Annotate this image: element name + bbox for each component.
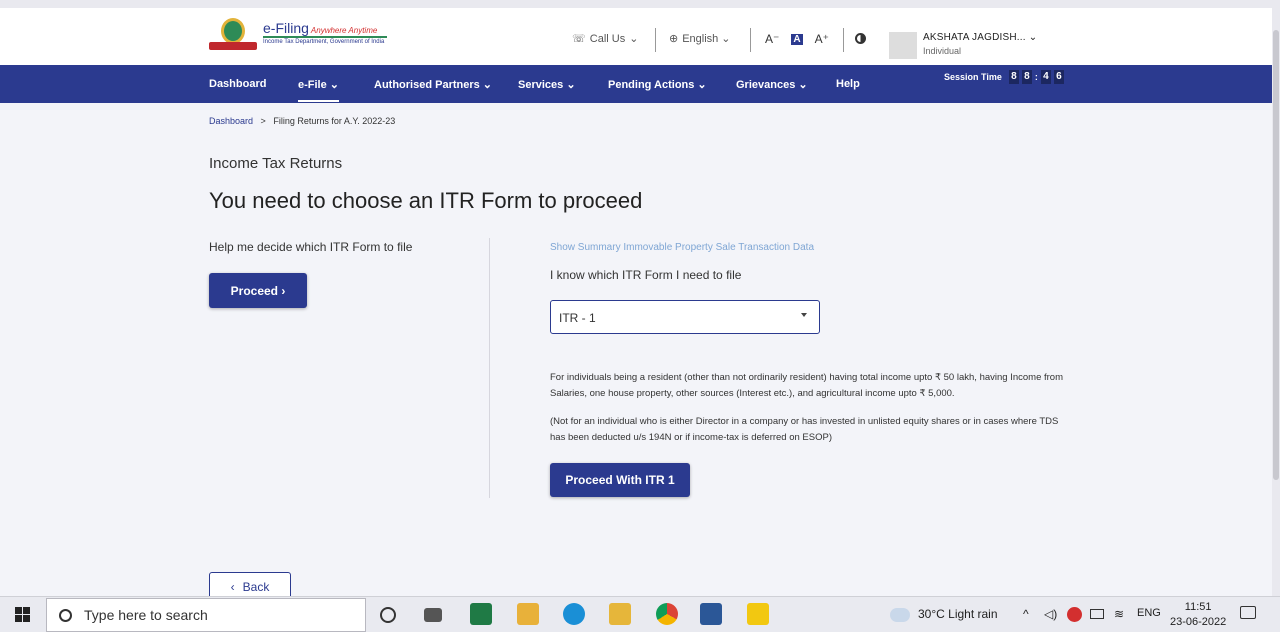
breadcrumb: Dashboard > Filing Returns for A.Y. 2022… <box>209 116 395 126</box>
emblem-icon <box>209 18 257 54</box>
globe-icon: ⊕ <box>669 33 679 45</box>
contrast-icon[interactable] <box>855 33 866 44</box>
session-label: Session Time <box>944 72 1002 82</box>
divider <box>750 28 751 52</box>
breadcrumb-dashboard[interactable]: Dashboard <box>209 116 253 126</box>
language-label: English <box>682 32 719 45</box>
help-decide-text: Help me decide which ITR Form to file <box>209 240 413 254</box>
summary-property-link[interactable]: Show Summary Immovable Property Sale Tra… <box>550 242 814 253</box>
search-icon <box>59 608 72 622</box>
language-dropdown[interactable]: ⊕ English ⌄ <box>669 32 731 46</box>
file-explorer-icon[interactable] <box>517 603 539 625</box>
nav-services[interactable]: Services ⌄ <box>518 78 576 91</box>
page-scrollbar[interactable] <box>1272 0 1280 598</box>
logo-tagline: Anywhere Anytime <box>310 26 378 35</box>
call-us-label: Call Us <box>589 32 626 45</box>
nav-grievances[interactable]: Grievances ⌄ <box>736 78 808 91</box>
word-icon[interactable] <box>700 603 722 625</box>
main-nav: Dashboard e-File ⌄ Authorised Partners ⌄… <box>0 65 1272 103</box>
caret-down-icon <box>801 313 807 317</box>
task-view-icon[interactable] <box>380 607 396 623</box>
nav-help[interactable]: Help <box>836 78 860 90</box>
session-timer: Session Time 8 8 : 4 6 <box>944 70 1064 84</box>
logo-title: e-Filing <box>263 20 309 36</box>
clock-time: 11:51 <box>1184 601 1212 613</box>
weather-icon[interactable] <box>890 608 910 622</box>
chevron-left-icon: ‹ <box>230 580 235 594</box>
page-title: You need to choose an ITR Form to procee… <box>209 188 643 213</box>
wifi-icon[interactable]: ≋ <box>1114 607 1124 621</box>
session-colon: : <box>1034 72 1038 82</box>
nav-pending-actions[interactable]: Pending Actions ⌄ <box>608 78 707 91</box>
session-digit: 8 <box>1021 70 1032 84</box>
efiling-logo[interactable]: e-Filing Anywhere Anytime Income Tax Depa… <box>209 18 387 54</box>
avatar <box>889 32 917 59</box>
itr-description: For individuals being a resident (other … <box>550 372 1063 399</box>
weather-text[interactable]: 30°C Light rain <box>918 607 998 621</box>
volume-icon[interactable]: ◁) <box>1044 607 1057 621</box>
font-increase-button[interactable]: A⁺ <box>815 32 829 46</box>
taskbar-search[interactable]: Type here to search <box>46 598 366 632</box>
divider <box>655 28 656 52</box>
section-title: Income Tax Returns <box>209 155 343 172</box>
itr-form-select[interactable]: ITR - 1 <box>550 300 820 334</box>
chevron-down-icon: ⌄ <box>721 33 731 45</box>
chrome-icon[interactable] <box>656 603 678 625</box>
chevron-down-icon: ⌄ <box>1028 32 1038 43</box>
know-form-text: I know which ITR Form I need to file <box>550 268 742 282</box>
proceed-with-itr-button[interactable]: Proceed With ITR 1 <box>550 463 690 497</box>
vertical-divider <box>489 238 490 498</box>
proceed-button[interactable]: Proceed › <box>209 273 307 308</box>
nav-dashboard[interactable]: Dashboard <box>209 78 266 90</box>
taskbar-clock[interactable]: 11:51 23-06-2022 <box>1170 600 1226 630</box>
nav-efile[interactable]: e-File ⌄ <box>298 78 340 102</box>
widgets-icon[interactable] <box>424 608 442 622</box>
clock-date: 23-06-2022 <box>1170 616 1227 628</box>
session-digit: 8 <box>1008 70 1019 84</box>
chevron-up-icon[interactable]: ^ <box>1023 607 1029 621</box>
taskbar-search-placeholder: Type here to search <box>84 607 208 623</box>
divider <box>843 28 844 52</box>
sticky-notes-icon[interactable] <box>747 603 769 625</box>
user-name: AKSHATA JAGDISH... <box>923 32 1026 43</box>
excel-icon[interactable] <box>470 603 492 625</box>
session-digit: 4 <box>1040 70 1051 84</box>
font-decrease-button[interactable]: A⁻ <box>765 32 779 46</box>
itr-exclusion-note: (Not for an individual who is either Dir… <box>550 416 1059 443</box>
font-size-controls: A⁻ A A⁺ <box>765 32 829 46</box>
chevron-down-icon: ⌄ <box>629 33 639 45</box>
breadcrumb-separator: > <box>260 116 266 126</box>
language-indicator[interactable]: ENG <box>1137 607 1161 619</box>
breadcrumb-current: Filing Returns for A.Y. 2022-23 <box>273 116 396 126</box>
site-header: e-Filing Anywhere Anytime Income Tax Depa… <box>0 0 1272 65</box>
user-role: Individual <box>923 46 962 56</box>
notification-icon[interactable] <box>1240 606 1256 619</box>
logo-subtitle: Income Tax Department, Government of Ind… <box>263 36 387 45</box>
back-label: Back <box>242 580 270 594</box>
mail-icon[interactable] <box>609 603 631 625</box>
call-us-dropdown[interactable]: ☏ Call Us ⌄ <box>572 32 639 46</box>
font-normal-button[interactable]: A <box>791 33 803 45</box>
user-menu[interactable]: AKSHATA JAGDISH... ⌄ Individual <box>889 32 1037 59</box>
edge-icon[interactable] <box>563 603 585 625</box>
windows-start-icon[interactable] <box>15 607 30 622</box>
session-digit: 6 <box>1053 70 1064 84</box>
phone-icon: ☏ <box>572 33 586 45</box>
antivirus-icon[interactable] <box>1067 607 1082 622</box>
nav-authorised-partners[interactable]: Authorised Partners ⌄ <box>374 78 492 91</box>
itr-form-selected: ITR - 1 <box>559 311 596 325</box>
battery-icon[interactable] <box>1090 609 1104 619</box>
windows-taskbar: Type here to search 30°C Light rain ^ ◁)… <box>0 596 1280 632</box>
